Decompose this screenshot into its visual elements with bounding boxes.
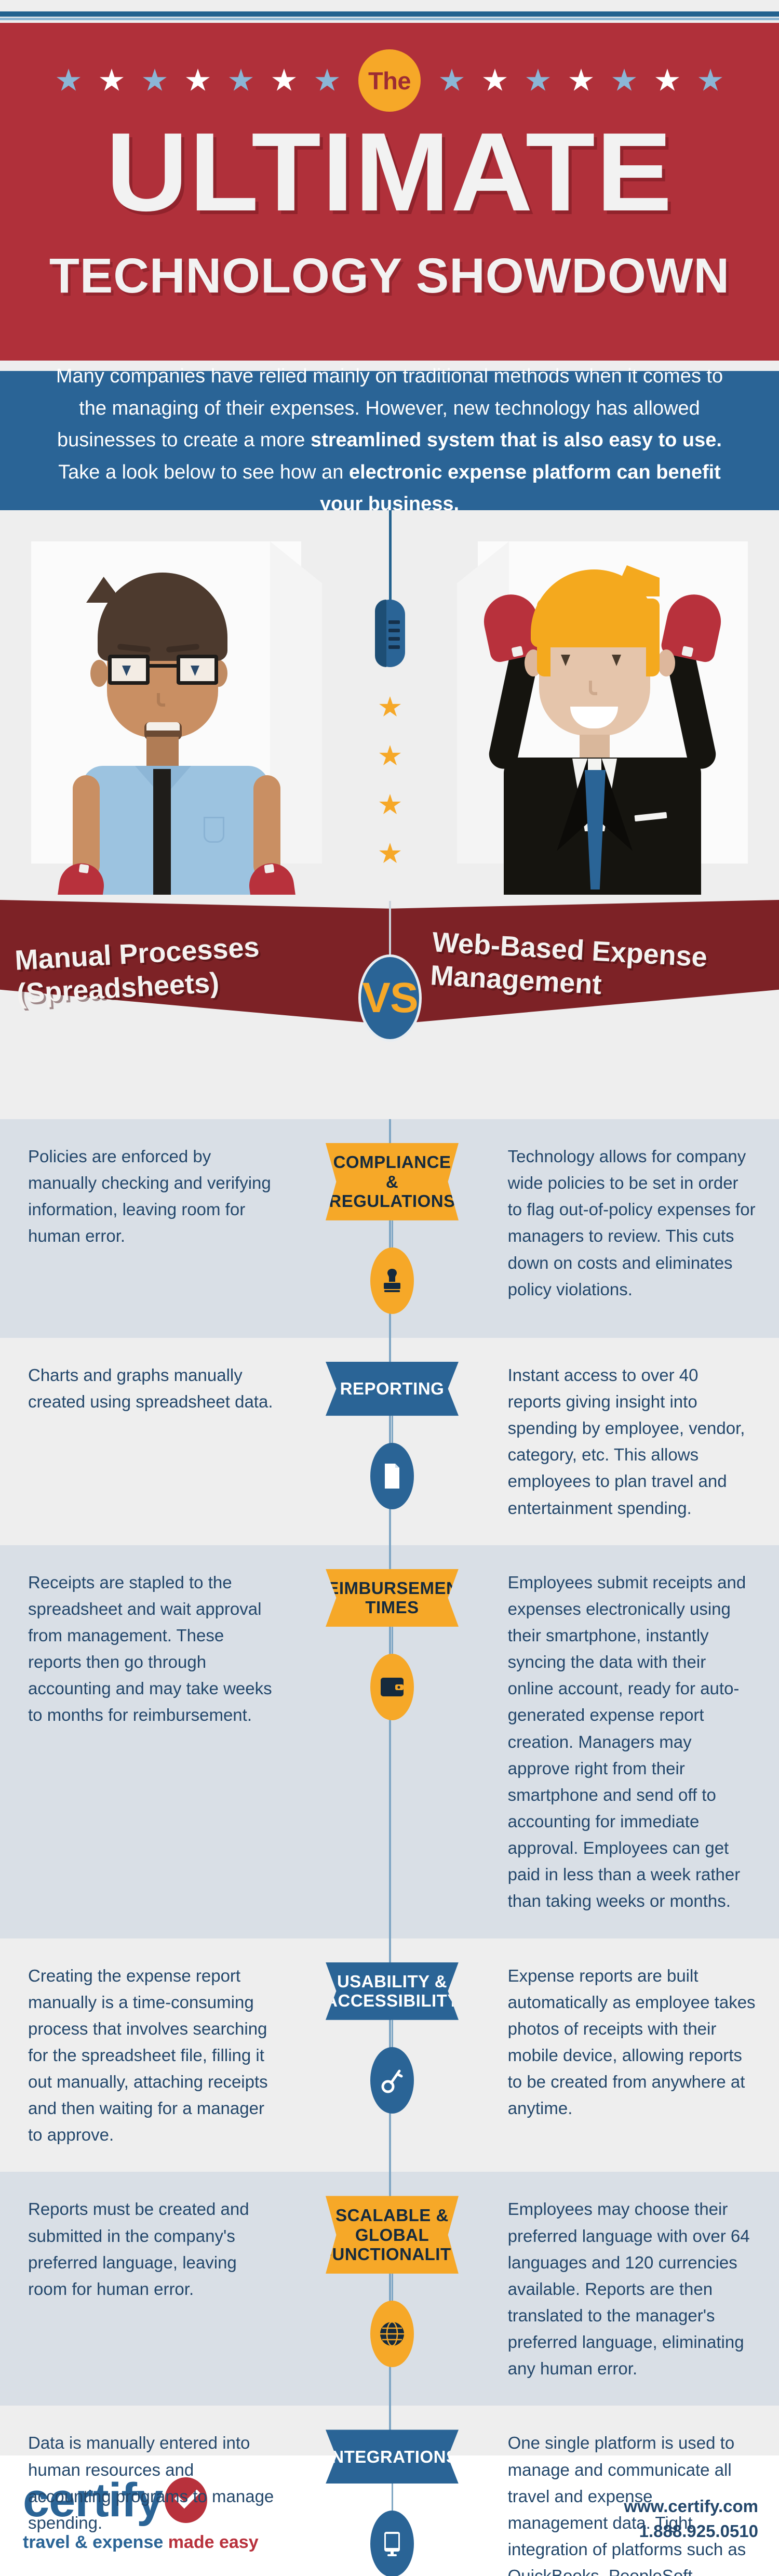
star-icon [379,794,401,815]
star-icon [57,69,80,91]
page-subtitle: TECHNOLOGY SHOWDOWN [49,248,730,303]
key-icon [370,2047,414,2114]
globe-icon [370,2301,414,2368]
row-right-text: Employees submit receipts and expenses e… [507,1572,746,1911]
row-label-text: USABILITY & ACCESSIBILITY [325,1971,459,2011]
star-icon [379,843,401,864]
rubber-stamp-icon [370,1247,414,1314]
intro-paragraph: Many companies have relied mainly on tra… [42,361,737,521]
star-icon [186,69,210,91]
top-rule-blue [0,11,779,17]
top-rule-light [0,18,779,20]
star-icon [100,69,124,91]
row-label-text: COMPLIANCE & REGULATIONS [329,1152,455,1211]
star-icon [526,69,550,91]
row-label-ribbon: SCALABLE & GLOBAL FUNCTIONALITY [326,2196,459,2274]
row-left-text: Policies are enforced by manually checki… [28,1147,271,1246]
row-left-text: Creating the expense report manually is … [28,1966,268,2145]
intro-panel: Many companies have relied mainly on tra… [0,365,779,515]
row-label-text: REIMBURSEMENT TIMES [315,1578,470,1617]
page-title: ULTIMATE [105,109,674,234]
comparison-rows: Policies are enforced by manually checki… [0,1119,779,2576]
document-icon [370,1442,414,1509]
row-label-text: REPORTING [340,1379,445,1399]
infographic-page: The ULTIMATE TECHNOLOGY SHOWDOWN Many co… [0,0,779,2576]
web-based-businessman-figure [479,562,726,895]
table-row: Charts and graphs manually created using… [0,1337,779,1545]
versus-banner: Manual Processes (Spreadsheets) VS Web-B… [0,874,779,1042]
row-centre: REIMBURSEMENT TIMES [299,1569,485,1720]
table-row: Policies are enforced by manually checki… [0,1119,779,1338]
manual-worker-figure [53,573,300,895]
row-centre: REPORTING [299,1361,485,1509]
microphone-cord [389,510,392,604]
star-icon [655,69,679,91]
row-right-text: One single platform is used to manage an… [507,2433,746,2576]
versus-circle: VS [358,954,422,1042]
table-row: Creating the expense report manually is … [0,1938,779,2172]
row-right-text: Employees may choose their preferred lan… [507,2199,750,2379]
centre-star-column [373,696,407,892]
intro-bold-1: streamlined system that is also easy to … [310,429,722,452]
row-right-text: Instant access to over 40 reports giving… [507,1365,745,1518]
top-rule-zone [0,0,779,23]
table-row: Receipts are stapled to the spreadsheet … [0,1545,779,1938]
star-icon [229,69,253,91]
row-right-text: Technology allows for company wide polic… [507,1147,756,1299]
row-left-text: Charts and graphs manually created using… [28,1365,273,1411]
row-label-text: INTEGRATIONS [326,2447,458,2466]
hero-star-row: The [0,49,779,112]
row-label-text: SCALABLE & GLOBAL FUNCTIONALITY [321,2206,463,2264]
row-centre: USABILITY & ACCESSIBILITY [299,1962,485,2114]
glasses-icon [108,655,218,685]
row-left-text: Data is manually entered into human reso… [28,2433,274,2532]
row-label-ribbon: INTEGRATIONS [326,2429,459,2484]
illustration-panel [0,510,779,895]
table-row: Reports must be created and submitted in… [0,2172,779,2406]
row-label-ribbon: USABILITY & ACCESSIBILITY [326,1962,459,2020]
row-right-text: Expense reports are built automatically … [507,1966,756,2118]
row-label-ribbon: REIMBURSEMENT TIMES [326,1569,459,1627]
row-label-ribbon: REPORTING [326,1361,459,1416]
row-centre: INTEGRATIONS [299,2429,485,2576]
microphone-icon [375,600,405,667]
star-icon [569,69,593,91]
hero-banner: The ULTIMATE TECHNOLOGY SHOWDOWN [0,23,779,361]
star-icon [315,69,339,91]
star-icon [483,69,507,91]
row-left-text: Reports must be created and submitted in… [28,2199,249,2299]
wallet-icon [370,1653,414,1720]
row-label-ribbon: COMPLIANCE & REGULATIONS [326,1143,459,1220]
star-icon [272,69,296,91]
row-centre: COMPLIANCE & REGULATIONS [299,1143,485,1314]
star-icon [699,69,722,91]
star-icon [143,69,167,91]
star-icon [379,696,401,717]
intro-bold-2: electronic expense platform can benefit … [319,461,721,515]
monitor-icon [370,2511,414,2576]
row-centre: SCALABLE & GLOBAL FUNCTIONALITY [299,2196,485,2368]
row-left-text: Receipts are stapled to the spreadsheet … [28,1572,272,1725]
star-icon [612,69,636,91]
intro-text-2: Take a look below to see how an [58,461,349,483]
the-badge: The [358,49,421,112]
star-icon [379,745,401,766]
star-icon [440,69,464,91]
